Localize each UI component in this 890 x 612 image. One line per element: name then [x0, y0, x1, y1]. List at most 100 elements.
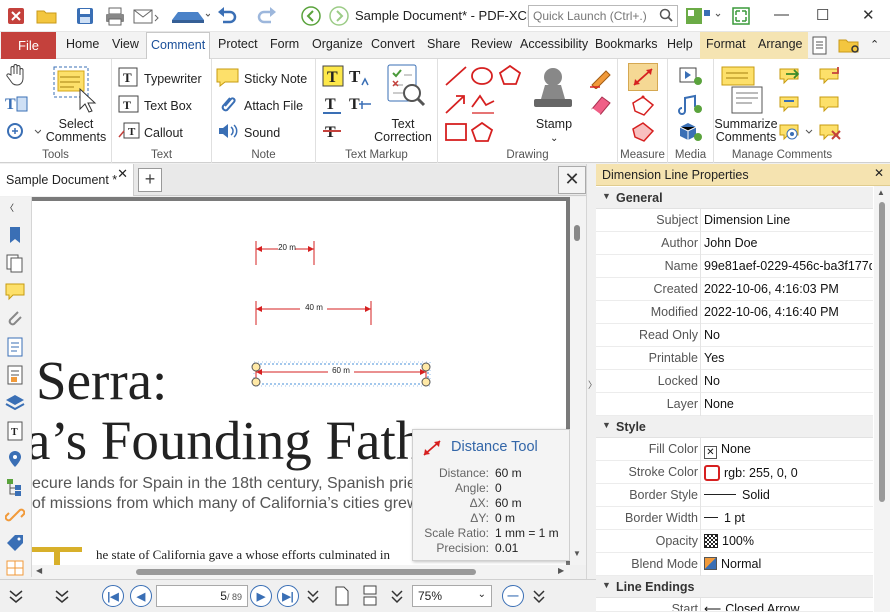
tab-home[interactable]: Home	[66, 37, 99, 51]
prop-row-border-width[interactable]: Border Width 1 pt	[596, 507, 873, 530]
callout-button[interactable]: T Callout	[118, 121, 183, 144]
prop-value[interactable]: 2022-10-06, 4:16:40 PM	[704, 305, 872, 319]
3d-object-icon[interactable]	[678, 121, 704, 146]
summarize-comments-button[interactable]: Summarize Comments	[714, 118, 778, 144]
prop-row-modified[interactable]: Modified 2022-10-06, 4:16:40 PM	[596, 301, 873, 324]
tab-form[interactable]: Form	[270, 37, 299, 51]
tags-icon[interactable]	[5, 365, 25, 385]
show-comments-icon[interactable]	[778, 121, 814, 146]
tab-comment[interactable]: Comment	[146, 32, 211, 60]
scan-icon[interactable]	[170, 5, 210, 27]
sidebar-collapse-icon[interactable]: 〈	[5, 201, 25, 213]
prop-value[interactable]: No	[704, 374, 872, 388]
close-window-button[interactable]: ✕	[862, 6, 875, 24]
section-style[interactable]: ▼ Style	[596, 416, 873, 438]
underline-text-icon[interactable]: T	[322, 93, 344, 118]
tab-accessibility[interactable]: Accessibility	[520, 37, 588, 51]
border-style-select[interactable]: Solid	[704, 488, 872, 502]
section-line-endings[interactable]: ▼ Line Endings	[596, 576, 873, 598]
prop-value[interactable]: No	[704, 328, 872, 342]
zoom-options-icon[interactable]	[532, 588, 546, 607]
minimize-button[interactable]: —	[774, 6, 789, 23]
panel-splitter[interactable]: 〉	[586, 164, 597, 612]
comments-panel-icon[interactable]	[5, 281, 25, 301]
view-options-icon[interactable]	[390, 588, 404, 607]
links-icon[interactable]	[4, 505, 26, 525]
status-options-icon[interactable]	[8, 588, 24, 607]
delete-comments-icon[interactable]	[818, 121, 844, 146]
text-box-button[interactable]: T Text Box	[118, 94, 192, 117]
scroll-right-icon[interactable]: ▶	[558, 566, 564, 575]
distance-tool-button[interactable]	[628, 63, 658, 91]
border-width-select[interactable]: 1 pt	[704, 511, 872, 525]
prop-value[interactable]: John Doe	[704, 236, 872, 250]
prop-value[interactable]: None	[704, 397, 872, 411]
attach-file-button[interactable]: Attach File	[216, 94, 303, 117]
prop-value[interactable]: 2022-10-06, 4:16:03 PM	[704, 282, 872, 296]
next-page-button[interactable]: ▶	[250, 585, 272, 607]
tab-share[interactable]: Share	[427, 37, 460, 51]
attachments-icon[interactable]	[5, 309, 25, 329]
select-text-icon[interactable]: T	[5, 93, 31, 118]
insert-text-icon[interactable]: T	[348, 65, 372, 90]
close-panel-icon[interactable]: ✕	[874, 166, 884, 180]
prop-row-fill-color[interactable]: Fill Color ✕ None	[596, 438, 873, 461]
back-icon[interactable]	[300, 5, 322, 27]
import-comments-icon[interactable]	[778, 65, 804, 90]
select-comments-button[interactable]: Select Comments	[44, 118, 108, 144]
tab-organize[interactable]: Organize	[312, 37, 363, 51]
save-icon[interactable]	[74, 5, 96, 27]
single-page-view-icon[interactable]	[334, 585, 350, 610]
page-options-icon[interactable]	[306, 588, 320, 607]
stamp-button[interactable]: Stamp	[534, 118, 574, 131]
flatten-comments-icon[interactable]	[778, 93, 804, 118]
print-icon[interactable]	[104, 5, 126, 27]
polyline-icon[interactable]	[470, 93, 496, 118]
vertical-scroll-thumb[interactable]	[574, 225, 580, 241]
new-tab-button[interactable]: +	[138, 168, 162, 192]
open-folder-icon[interactable]	[36, 5, 58, 27]
tab-convert[interactable]: Convert	[371, 37, 415, 51]
tab-arrange[interactable]: Arrange	[752, 32, 809, 59]
text-correction-button[interactable]: Text Correction	[370, 118, 436, 144]
prop-row-read-only[interactable]: Read Only No	[596, 324, 873, 347]
page-number-input[interactable]: 5/ 89	[156, 585, 248, 607]
fullscreen-icon[interactable]	[730, 5, 752, 27]
prop-row-stroke-color[interactable]: Stroke Color rgb: 255, 0, 0	[596, 461, 873, 484]
prop-row-subject[interactable]: Subject Dimension Line	[596, 209, 873, 232]
quick-launch-input[interactable]: Quick Launch (Ctrl+.)	[528, 5, 678, 27]
page-content-icon[interactable]	[5, 337, 25, 357]
sticky-note-button[interactable]: Sticky Note	[216, 67, 307, 90]
strikeout-text-icon[interactable]: T	[322, 121, 344, 146]
close-document-button[interactable]: ✕	[558, 166, 586, 194]
perimeter-icon[interactable]	[630, 95, 656, 120]
blend-mode-select[interactable]: Normal	[704, 557, 872, 571]
pentagon-icon[interactable]	[470, 121, 494, 146]
file-menu[interactable]: File	[1, 32, 56, 59]
vertical-scrollbar[interactable]: ▼	[570, 197, 586, 565]
export-comments-icon[interactable]	[818, 65, 844, 90]
stamp-dropdown-icon[interactable]: ⌄	[550, 133, 558, 144]
scroll-down-icon[interactable]: ▼	[573, 549, 581, 558]
start-ending-select[interactable]: ⟵ Closed Arrow	[704, 602, 872, 611]
prop-value[interactable]: Yes	[704, 351, 872, 365]
tab-bookmarks[interactable]: Bookmarks	[595, 37, 658, 51]
customize-toolbar-icon[interactable]	[684, 5, 724, 27]
prop-row-start[interactable]: Start ⟵ Closed Arrow	[596, 598, 873, 612]
section-general[interactable]: ▼ General	[596, 187, 873, 209]
scroll-left-icon[interactable]: ◀	[36, 566, 42, 575]
prop-row-blend-mode[interactable]: Blend Mode Normal	[596, 553, 873, 576]
prop-value[interactable]: 99e81aef-0229-456c-ba3f177de..	[704, 259, 872, 273]
opacity-select[interactable]: 100%	[704, 534, 872, 548]
text-correction-icon[interactable]	[386, 63, 426, 110]
forward-icon[interactable]	[328, 5, 350, 27]
optimize-icon[interactable]	[5, 559, 25, 579]
polygon-icon[interactable]	[498, 64, 522, 89]
video-icon[interactable]	[678, 65, 704, 90]
stamp-icon[interactable]	[528, 65, 578, 116]
horizontal-scrollbar[interactable]: ◀ ▶	[32, 565, 570, 579]
hand-icon[interactable]	[6, 63, 28, 90]
stroke-color-picker[interactable]: rgb: 255, 0, 0	[704, 465, 872, 481]
typewriter-button[interactable]: T Typewriter	[118, 67, 202, 90]
prop-row-created[interactable]: Created 2022-10-06, 4:16:03 PM	[596, 278, 873, 301]
